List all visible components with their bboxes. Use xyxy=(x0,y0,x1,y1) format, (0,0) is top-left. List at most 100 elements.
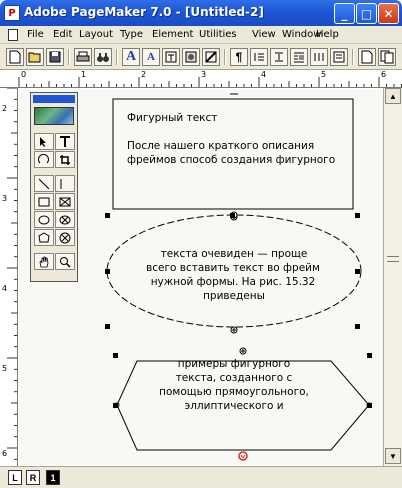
open-folder-icon[interactable] xyxy=(26,48,44,66)
hruler-label: 4 xyxy=(261,70,267,79)
font-size-decrease-icon[interactable]: A xyxy=(142,48,160,66)
menu-utilities[interactable]: Utilities xyxy=(199,29,237,40)
find-binoculars-icon[interactable] xyxy=(94,48,112,66)
horizontal-ruler[interactable]: 0 1 2 3 4 5 6 xyxy=(0,70,402,88)
page-1-icon[interactable]: 1 xyxy=(46,470,60,485)
text-tool-icon[interactable] xyxy=(55,133,75,150)
vertical-scrollbar[interactable]: ▲ ▼ xyxy=(383,88,402,466)
object-icon[interactable] xyxy=(182,48,200,66)
selection-handle[interactable] xyxy=(367,353,372,358)
hruler-label: 2 xyxy=(141,70,147,79)
print-icon[interactable] xyxy=(74,48,92,66)
main-toolbar: A A ¶ xyxy=(0,44,402,70)
rectangle-frame-tool-icon[interactable] xyxy=(55,193,75,210)
text-wrap-icon[interactable] xyxy=(290,48,308,66)
document-menu-icon[interactable] xyxy=(8,29,18,41)
ellipse-tool-icon[interactable] xyxy=(34,211,54,228)
hruler-label: 6 xyxy=(381,70,387,79)
pointer-tool-icon[interactable] xyxy=(34,133,54,150)
menu-help[interactable]: Help xyxy=(316,29,339,40)
font-large-glyph: A xyxy=(125,49,137,64)
new-page-icon[interactable] xyxy=(358,48,376,66)
menu-type[interactable]: Type xyxy=(120,29,143,40)
vruler-label: 6 xyxy=(2,449,8,458)
font-small-glyph: A xyxy=(147,51,155,63)
ellipse-frame-line[interactable]: всего вставить текст во фрейм xyxy=(109,261,357,275)
rect-frame-line[interactable]: фреймов способ создания фигурного xyxy=(127,153,335,167)
scroll-down-arrow-icon[interactable]: ▼ xyxy=(385,448,401,464)
menu-edit[interactable]: Edit xyxy=(53,29,72,40)
ellipse-frame-line[interactable]: текста очевиден — проще xyxy=(129,247,339,261)
toolbar-separator xyxy=(352,49,354,65)
hruler-label: 1 xyxy=(81,70,87,79)
menu-view[interactable]: View xyxy=(252,29,276,40)
menu-layout[interactable]: Layout xyxy=(79,29,113,40)
polygon-frame-tool-icon[interactable] xyxy=(55,229,75,246)
scroll-up-arrow-icon[interactable]: ▲ xyxy=(385,88,401,104)
selection-handle[interactable] xyxy=(355,324,360,329)
window-title: Adobe PageMaker 7.0 - [Untitled-2] xyxy=(24,5,264,19)
paragraph-icon[interactable]: ¶ xyxy=(230,48,248,66)
rect-frame-heading[interactable]: Фигурный текст xyxy=(127,111,217,125)
constrained-line-tool-icon[interactable] xyxy=(55,175,75,192)
rectangle-tool-icon[interactable] xyxy=(34,193,54,210)
toolbar-separator xyxy=(224,49,226,65)
copy-pages-icon[interactable] xyxy=(378,48,396,66)
hexagon-frame-line[interactable]: эллиптического и xyxy=(137,399,331,413)
selection-handle[interactable] xyxy=(113,353,118,358)
page-navigation-bar: L R 1 xyxy=(0,466,402,488)
zoom-tool-icon[interactable] xyxy=(55,253,75,270)
new-document-icon[interactable] xyxy=(6,48,24,66)
line-tool-icon[interactable] xyxy=(34,175,54,192)
columns-icon[interactable] xyxy=(310,48,328,66)
menu-element[interactable]: Element xyxy=(152,29,193,40)
scroll-thumb[interactable] xyxy=(387,256,399,262)
vruler-label: 5 xyxy=(2,364,8,373)
toolbox-palette[interactable] xyxy=(30,92,78,282)
spacing-icon[interactable] xyxy=(270,48,288,66)
selection-handle[interactable] xyxy=(105,213,110,218)
vruler-label: 4 xyxy=(2,284,8,293)
toolbox-title-bar[interactable] xyxy=(33,95,75,103)
vertical-ruler[interactable]: 2 3 4 5 6 xyxy=(0,88,18,466)
hexagon-frame-line[interactable]: помощью прямоугольного, xyxy=(127,385,341,399)
ellipse-frame-tool-icon[interactable] xyxy=(55,211,75,228)
selection-handle[interactable] xyxy=(113,403,118,408)
rect-frame-line[interactable]: После нашего краткого описания xyxy=(127,139,314,153)
vruler-label: 3 xyxy=(2,194,8,203)
close-button[interactable]: ✕ xyxy=(378,3,399,24)
selection-handle[interactable] xyxy=(105,324,110,329)
ellipse-frame-line[interactable]: приведены xyxy=(129,289,339,303)
font-size-increase-icon[interactable]: A xyxy=(122,48,140,66)
hand-tool-icon[interactable] xyxy=(34,253,54,270)
title-bar[interactable]: P Adobe PageMaker 7.0 - [Untitled-2] _ □… xyxy=(0,0,402,26)
hexagon-frame-line[interactable]: примеры фигурного xyxy=(137,357,331,371)
text-box-icon[interactable] xyxy=(162,48,180,66)
pagemaker-logo-swatch xyxy=(34,107,74,125)
save-disk-icon[interactable] xyxy=(46,48,64,66)
stroke-icon[interactable] xyxy=(202,48,220,66)
place-icon[interactable] xyxy=(330,48,348,66)
crop-tool-icon[interactable] xyxy=(55,151,75,168)
ellipse-frame-line[interactable]: нужной формы. На рис. 15.32 xyxy=(109,275,357,289)
hruler-label: 5 xyxy=(321,70,327,79)
selection-handle[interactable] xyxy=(230,213,235,218)
rotate-tool-icon[interactable] xyxy=(34,151,54,168)
right-master-page-icon[interactable]: R xyxy=(26,470,40,485)
vruler-label: 2 xyxy=(2,104,8,113)
selection-handle[interactable] xyxy=(355,213,360,218)
minimize-button[interactable]: _ xyxy=(334,3,355,24)
hexagon-frame-line[interactable]: текста, созданного с xyxy=(137,371,331,385)
pagemaker-app-icon[interactable]: P xyxy=(4,5,20,21)
paragraph-glyph: ¶ xyxy=(235,50,243,64)
polygon-tool-icon[interactable] xyxy=(34,229,54,246)
left-master-page-icon[interactable]: L xyxy=(8,470,22,485)
selection-handle[interactable] xyxy=(367,403,372,408)
hruler-label: 0 xyxy=(21,70,27,79)
maximize-button[interactable]: □ xyxy=(356,3,377,24)
toolbar-separator xyxy=(116,49,118,65)
align-icon[interactable] xyxy=(250,48,268,66)
hruler-label: 3 xyxy=(201,70,207,79)
menu-file[interactable]: File xyxy=(27,29,44,40)
toolbar-separator xyxy=(68,49,70,65)
